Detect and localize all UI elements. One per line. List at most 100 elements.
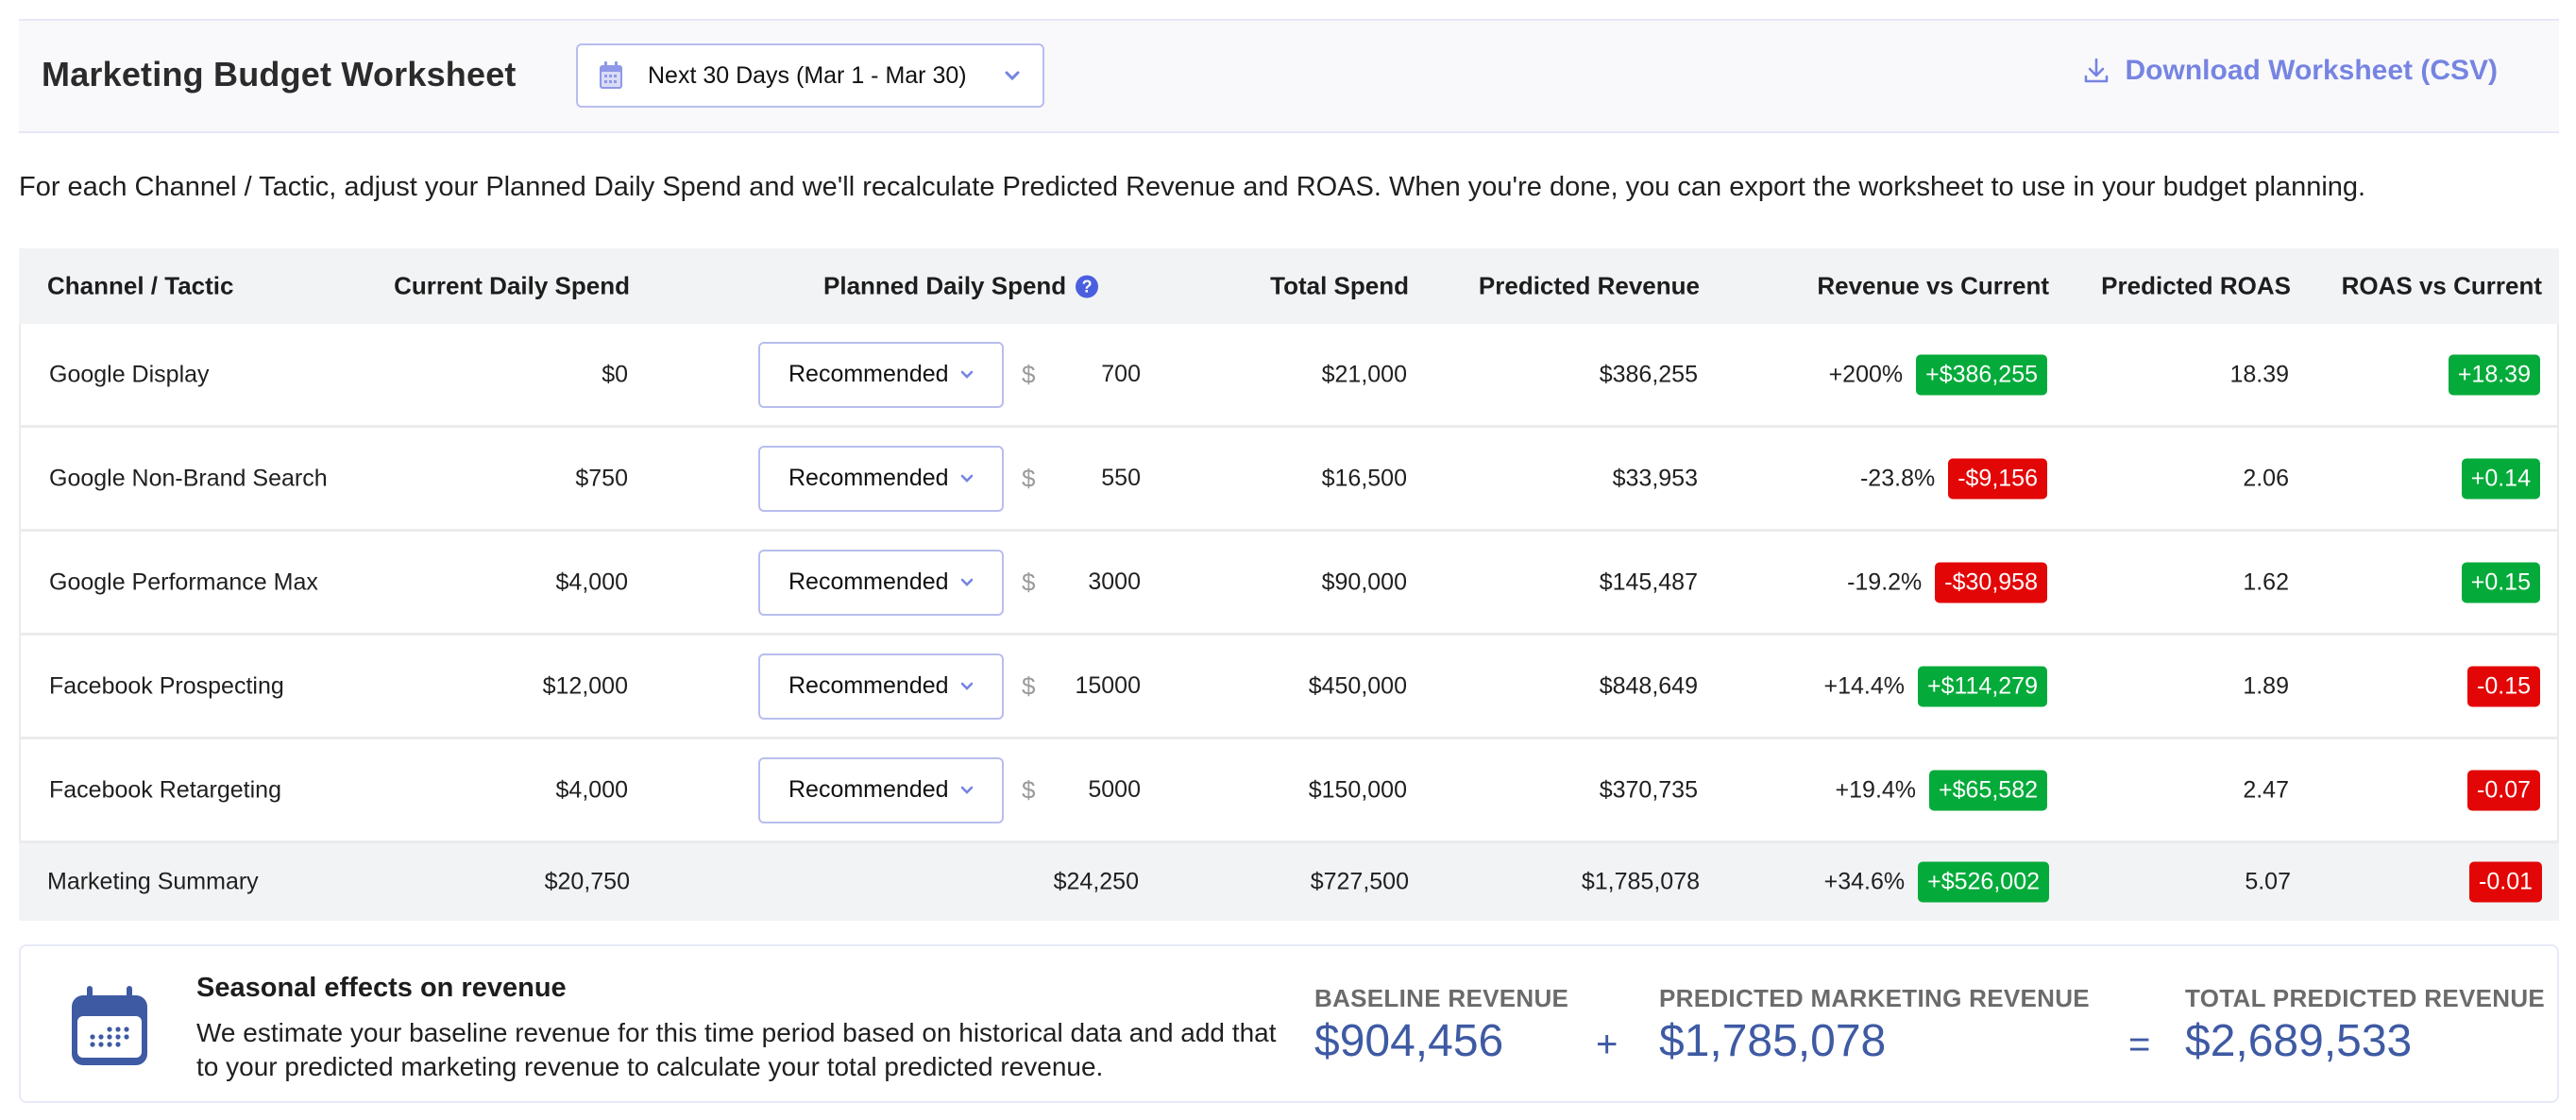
roas-delta-badge: +0.14 (2461, 458, 2540, 499)
predicted-revenue: $370,735 (1599, 776, 1698, 803)
summary-revenue-vs-current: +34.6% +$526,002 (1823, 861, 2049, 903)
revenue-delta-badge: +$65,582 (1929, 770, 2047, 810)
roas-delta-badge: +18.39 (2448, 354, 2540, 395)
revenue-change-pct: +14.4% (1823, 672, 1905, 699)
table-row: Google Display $0 Recommended $ $21,000 $386,… (19, 324, 2559, 428)
summary-total-spend: $727,500 (1310, 868, 1409, 895)
download-label: Download Worksheet (CSV) (2125, 55, 2498, 86)
predicted-marketing-revenue-label: PREDICTED MARKETING REVENUE (1659, 984, 2090, 1012)
predicted-revenue: $848,649 (1599, 672, 1698, 699)
table-row: Facebook Retargeting $4,000 Recommended $ $1… (19, 739, 2559, 843)
revenue-delta-badge: -$9,156 (1948, 458, 2047, 499)
spend-mode-select[interactable]: Recommended (758, 445, 1004, 512)
channel-name: Google Display (49, 361, 210, 387)
seasonal-description: We estimate your baseline revenue for th… (196, 1018, 1277, 1081)
predicted-roas: 2.47 (2243, 776, 2289, 803)
download-worksheet-button[interactable]: Download Worksheet (CSV) (2082, 55, 2498, 87)
column-header-current-spend: Current Daily Spend (394, 271, 630, 300)
revenue-change-pct: -23.8% (1859, 465, 1936, 491)
table-header-row: Channel / Tactic Current Daily Spend Pla… (19, 248, 2559, 324)
chevron-down-icon (1005, 71, 1020, 81)
predicted-revenue: $386,255 (1599, 361, 1698, 387)
plus-operator: + (1596, 1024, 1618, 1065)
column-header-predicted-revenue: Predicted Revenue (1478, 271, 1700, 300)
revenue-vs-current: -19.2% -$30,958 (1847, 562, 2047, 602)
summary-revenue-pct: +34.6% (1823, 868, 1906, 895)
summary-predicted-roas: 5.07 (2245, 868, 2291, 895)
roas-vs-current: -0.15 (2467, 666, 2540, 706)
current-daily-spend: $750 (575, 465, 628, 491)
spend-mode-value: Recommended (788, 568, 949, 595)
column-header-total-spend: Total Spend (1270, 271, 1409, 300)
calendar-icon (600, 61, 622, 89)
column-header-roas-vs-current: ROAS vs Current (2341, 271, 2542, 300)
revenue-delta-badge: +$386,255 (1916, 354, 2047, 395)
baseline-revenue-metric: BASELINE REVENUE $904,456 (1314, 984, 1568, 1067)
help-icon[interactable]: ? (1076, 275, 1099, 297)
date-range-value: Next 30 Days (Mar 1 - Mar 30) (648, 61, 967, 89)
current-daily-spend: $0 (602, 361, 628, 387)
column-header-channel: Channel / Tactic (47, 271, 234, 300)
predicted-revenue: $145,487 (1599, 568, 1698, 595)
current-daily-spend: $4,000 (555, 776, 628, 803)
summary-planned-spend: $24,250 (1053, 868, 1139, 895)
currency-symbol: $ (1022, 360, 1036, 388)
total-predicted-revenue-value: $2,689,533 (2185, 1016, 2413, 1066)
revenue-vs-current: +200% +$386,255 (1829, 354, 2047, 395)
spend-mode-select[interactable]: Recommended (758, 653, 1004, 720)
date-range-dropdown[interactable]: Next 30 Days (Mar 1 - Mar 30) (576, 43, 1044, 108)
worksheet-header: Marketing Budget Worksheet Next 30 Days … (19, 19, 2559, 133)
planned-daily-spend-input[interactable] (1050, 459, 1141, 498)
summary-row: Marketing Summary $20,750 $24,250 $727,5… (19, 843, 2559, 921)
revenue-vs-current: -23.8% -$9,156 (1860, 458, 2047, 499)
chevron-down-icon (960, 370, 973, 379)
column-header-predicted-roas: Predicted ROAS (2101, 271, 2291, 300)
roas-vs-current: +0.15 (2461, 562, 2540, 602)
chevron-down-icon (960, 578, 973, 586)
planned-daily-spend-input[interactable] (1050, 563, 1141, 602)
revenue-change-pct: +200% (1828, 361, 1904, 387)
spend-mode-select[interactable]: Recommended (758, 341, 1004, 408)
table-row: Google Performance Max $4,000 Recommended $… (19, 532, 2559, 636)
planned-daily-spend-input[interactable] (1050, 355, 1141, 394)
seasonal-effects-panel: Seasonal effects on revenue We estimate … (19, 944, 2559, 1103)
chevron-down-icon (960, 786, 973, 794)
channel-name: Google Non-Brand Search (49, 465, 328, 491)
current-daily-spend: $4,000 (555, 568, 628, 595)
spend-mode-select[interactable]: Recommended (758, 756, 1004, 823)
total-spend: $90,000 (1321, 568, 1407, 595)
budget-table: Channel / Tactic Current Daily Spend Pla… (19, 248, 2559, 921)
table-row: Facebook Prospecting $12,000 Recommended $ $… (19, 636, 2559, 739)
summary-label: Marketing Summary (47, 868, 259, 895)
worksheet-description: For each Channel / Tactic, adjust your P… (19, 172, 2366, 202)
channel-name: Google Performance Max (49, 568, 318, 595)
planned-daily-spend-input[interactable] (1050, 771, 1141, 809)
revenue-change-pct: -19.2% (1847, 568, 1923, 595)
baseline-revenue-value: $904,456 (1314, 1016, 1504, 1066)
roas-vs-current: -0.07 (2467, 770, 2540, 810)
baseline-revenue-label: BASELINE REVENUE (1314, 984, 1569, 1012)
summary-current-spend: $20,750 (544, 868, 630, 895)
chevron-down-icon (960, 474, 973, 483)
revenue-delta-badge: -$30,958 (1935, 562, 2047, 602)
currency-symbol: $ (1022, 568, 1036, 596)
revenue-change-pct: +19.4% (1835, 776, 1917, 803)
revenue-vs-current: +14.4% +$114,279 (1823, 666, 2047, 706)
total-spend: $21,000 (1321, 361, 1407, 387)
predicted-roas: 2.06 (2243, 465, 2289, 491)
revenue-vs-current: +19.4% +$65,582 (1836, 770, 2047, 810)
currency-symbol: $ (1022, 464, 1036, 492)
predicted-marketing-revenue-value: $1,785,078 (1659, 1016, 1887, 1066)
total-spend: $450,000 (1308, 672, 1407, 699)
roas-vs-current: +0.14 (2461, 458, 2540, 499)
chevron-down-icon (960, 682, 973, 690)
column-header-revenue-vs-current: Revenue vs Current (1817, 271, 2049, 300)
download-icon (2084, 58, 2108, 83)
roas-delta-badge: -0.15 (2467, 666, 2540, 706)
spend-mode-select[interactable]: Recommended (758, 549, 1004, 616)
calendar-icon (72, 986, 147, 1065)
page-title: Marketing Budget Worksheet (42, 55, 517, 93)
predicted-revenue: $33,953 (1612, 465, 1698, 491)
planned-daily-spend-input[interactable] (1050, 667, 1141, 705)
table-row: Google Non-Brand Search $750 Recommended $ $… (19, 428, 2559, 532)
